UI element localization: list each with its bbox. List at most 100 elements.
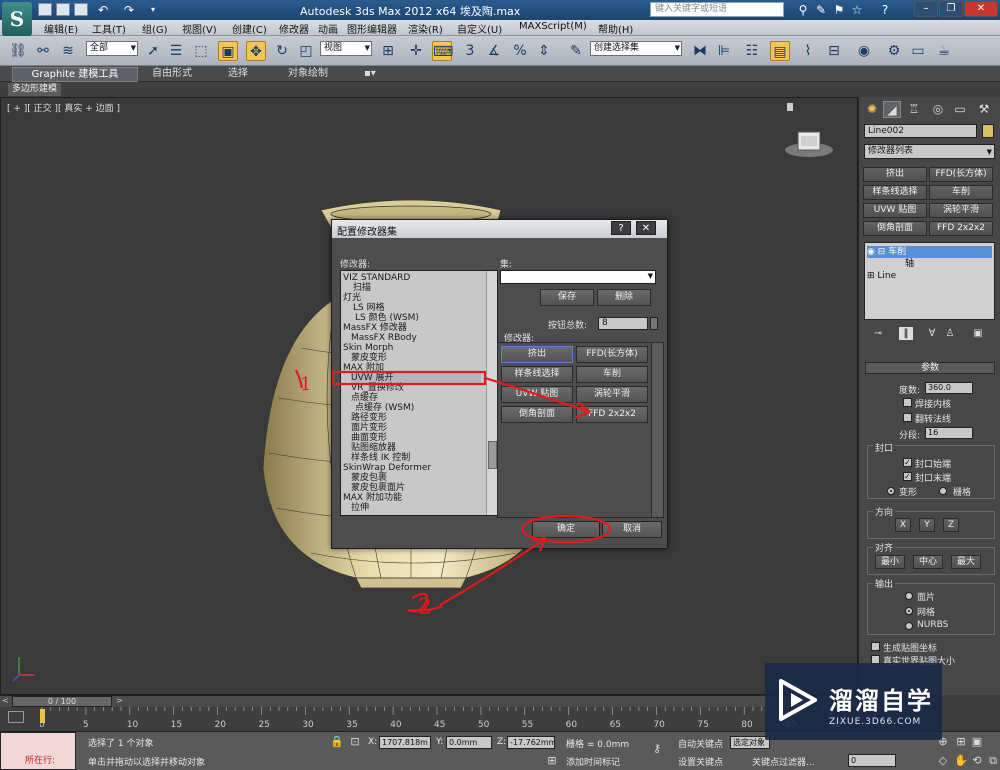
time-slider-thumb[interactable]: 0 / 100 <box>12 696 112 707</box>
track-bar[interactable]: 051015202530354045505560657075808590 <box>0 707 858 731</box>
modifier-stack[interactable]: ◉ ⊟ 车削 轴 ⊞ Line <box>864 242 995 320</box>
align-min-button[interactable]: 最小 <box>875 555 905 569</box>
selected-object-select[interactable]: 选定对象 <box>730 736 770 749</box>
key-icon[interactable]: ⚷ <box>650 742 664 756</box>
watermark-brand: 溜溜自学 <box>829 687 933 715</box>
object-color-swatch[interactable] <box>982 124 994 138</box>
timeline-tick-label: 60 <box>566 720 578 730</box>
direction-y-button[interactable]: Y <box>919 518 935 532</box>
absolute-mode-icon[interactable]: ⊡ <box>348 735 362 749</box>
time-tag-icon[interactable]: ⊞ <box>545 754 559 768</box>
gen-map-coords-checkbox[interactable] <box>871 642 880 651</box>
output-patch-label: 面片 <box>917 593 936 603</box>
stack-item-lathe[interactable]: ◉ ⊟ 车削 <box>867 246 992 258</box>
create-tab-icon[interactable]: ✺ <box>863 101 881 118</box>
modifier-list-dropdown[interactable]: 修改器列表 <box>864 144 995 159</box>
running-label: 所在行: <box>25 756 56 766</box>
align-max-button[interactable]: 最大 <box>951 555 981 569</box>
pin-stack-icon[interactable]: ⊸ <box>871 327 885 340</box>
output-label: 输出 <box>873 577 896 590</box>
stack-item-line[interactable]: ⊞ Line <box>867 270 896 282</box>
timeline-tick-label: 75 <box>697 720 708 730</box>
flip-normals-checkbox[interactable] <box>903 413 912 422</box>
utilities-tab-icon[interactable]: ⚒ <box>975 101 993 118</box>
key-filters-button[interactable]: 关键点过滤器... <box>752 755 815 768</box>
command-panel: ✺ ◢ ♖ ◎ ▭ ⚒ Line002 修改器列表 挤出 FFD(长方体) 样条… <box>858 97 1000 695</box>
maxscript-listener-area[interactable]: 所在行: <box>0 732 76 770</box>
degrees-label: 度数: <box>899 386 921 396</box>
timeline-tick-label: 40 <box>390 720 402 730</box>
timeline-tick-label: 35 <box>346 720 357 730</box>
z-coord-field[interactable]: -17.762mm <box>507 736 555 749</box>
cap-start-checkbox[interactable]: ✓ <box>903 458 912 467</box>
output-mesh-radio[interactable] <box>905 607 913 615</box>
y-coord-field[interactable]: 0.0mm <box>446 736 492 749</box>
expand-icon[interactable]: ⊞ <box>867 271 877 281</box>
current-frame-field[interactable]: 0 <box>848 754 896 767</box>
configure-sets-icon[interactable]: ▣ <box>971 327 985 340</box>
output-nurbs-radio[interactable] <box>905 622 913 630</box>
object-name-field[interactable]: Line002 <box>864 124 977 138</box>
modifier-button-turbosmooth[interactable]: 涡轮平滑 <box>929 203 993 218</box>
x-coord-label: X: <box>368 737 378 747</box>
auto-key-button[interactable]: 自动关键点 <box>678 737 723 750</box>
modify-tab-icon[interactable]: ◢ <box>883 101 901 118</box>
segments-input[interactable]: 16 <box>925 427 973 439</box>
field-of-view-icon[interactable]: ◇ <box>936 754 950 768</box>
weld-core-checkbox[interactable] <box>903 398 912 407</box>
timeline-tick-label: 15 <box>171 720 182 730</box>
lock-selection-icon[interactable]: 🔒 <box>330 735 344 749</box>
z-coord-label: Z: <box>497 737 507 747</box>
cap-start-label: 封口始端 <box>915 460 952 470</box>
pan-view-icon[interactable]: ✋ <box>954 754 968 768</box>
timeline-ticks: 051015202530354045505560657075808590 <box>40 707 850 730</box>
direction-x-button[interactable]: X <box>895 518 911 532</box>
site-watermark: 溜溜自学 ZIXUE.3D66.COM <box>765 663 942 740</box>
remove-modifier-icon[interactable]: ♙ <box>943 327 957 340</box>
modifier-button-extrude[interactable]: 挤出 <box>863 167 927 182</box>
direction-label: 方向 <box>873 505 896 518</box>
modifier-button-bevel-profile[interactable]: 倒角剖面 <box>863 221 927 236</box>
direction-z-button[interactable]: Z <box>943 518 959 532</box>
zoom-all-icon[interactable]: ⊞ <box>954 735 968 749</box>
stack-item-axis[interactable]: 轴 <box>905 258 914 270</box>
modifier-button-ffd-box[interactable]: FFD(长方体) <box>929 167 993 182</box>
motion-tab-icon[interactable]: ◎ <box>929 101 947 118</box>
watermark-url: ZIXUE.3D66.COM <box>829 717 922 727</box>
next-frame-icon[interactable]: > <box>116 696 123 705</box>
red-annotation-overlay: 1 2 <box>295 369 612 620</box>
morph-radio[interactable] <box>887 487 895 495</box>
app-menu-logo[interactable]: S <box>2 2 32 36</box>
prev-frame-icon[interactable]: < <box>2 696 9 705</box>
parameters-rollout[interactable]: 参数 <box>865 362 995 374</box>
cap-end-checkbox[interactable]: ✓ <box>903 472 912 481</box>
add-time-tag[interactable]: 添加时间标记 <box>566 755 620 768</box>
prompt-status: 单击并拖动以选择并移动对象 <box>88 758 206 768</box>
x-coord-field[interactable]: 1707.818m <box>379 736 431 749</box>
stack-item-label: 车削 <box>888 247 907 257</box>
degrees-input[interactable]: 360.0 <box>925 382 973 394</box>
set-key-button[interactable]: 设置关键点 <box>678 755 723 768</box>
light-bulb-icon[interactable]: ◉ ⊟ <box>867 247 888 257</box>
segments-label: 分段: <box>899 431 921 441</box>
output-patch-radio[interactable] <box>905 592 913 600</box>
display-tab-icon[interactable]: ▭ <box>951 101 969 118</box>
make-unique-icon[interactable]: ∀ <box>925 327 939 340</box>
orbit-icon[interactable]: ⟲ <box>970 754 984 768</box>
modifier-button-ffd-2x2x2[interactable]: FFD 2x2x2 <box>929 221 993 236</box>
modifier-button-uvw-map[interactable]: UVW 贴图 <box>863 203 927 218</box>
modifier-button-spline-select[interactable]: 样条线选择 <box>863 185 927 200</box>
mini-curve-editor-icon[interactable] <box>8 711 24 723</box>
timeline-tick-label: 10 <box>127 720 139 730</box>
modifier-button-lathe[interactable]: 车削 <box>929 185 993 200</box>
zoom-extents-icon[interactable]: ▣ <box>970 735 984 749</box>
time-slider[interactable]: 0 / 100 < > <box>0 695 858 707</box>
grid-radio[interactable] <box>939 487 947 495</box>
timeline-tick-label: 50 <box>478 720 490 730</box>
align-center-button[interactable]: 中心 <box>913 555 943 569</box>
show-end-result-icon[interactable]: ‖ <box>899 327 913 340</box>
maximize-viewport-icon[interactable]: ⧉ <box>986 754 1000 768</box>
selection-status: 选择了 1 个对象 <box>88 739 154 749</box>
hierarchy-tab-icon[interactable]: ♖ <box>905 101 923 118</box>
flip-normals-label: 翻转法线 <box>915 415 952 425</box>
